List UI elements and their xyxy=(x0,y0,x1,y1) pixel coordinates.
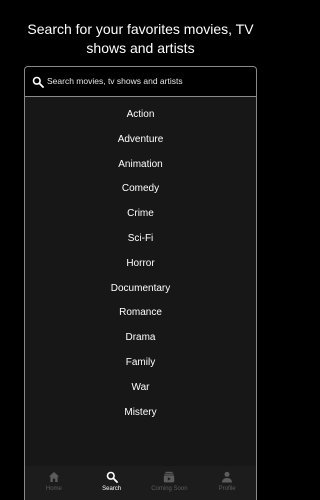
genre-item-animation[interactable]: Animation xyxy=(25,156,256,181)
page-title: Search for your favorites movies, TV sho… xyxy=(27,21,254,56)
genre-item-war[interactable]: War xyxy=(25,379,256,404)
bottom-nav: Home Search Coming Soon Profile xyxy=(25,466,256,500)
search-icon xyxy=(106,470,118,483)
search-input[interactable] xyxy=(47,73,247,89)
search-icon xyxy=(32,75,44,88)
search-panel: Action Adventure Animation Comedy Crime … xyxy=(24,66,257,500)
nav-label-coming-soon: Coming Soon xyxy=(151,486,188,492)
search-bar[interactable] xyxy=(25,67,256,97)
genre-item-romance[interactable]: Romance xyxy=(25,304,256,329)
nav-item-profile[interactable]: Profile xyxy=(198,466,256,500)
home-icon xyxy=(48,470,60,482)
genre-item-horror[interactable]: Horror xyxy=(25,255,256,280)
genre-item-family[interactable]: Family xyxy=(25,354,256,379)
genre-item-adventure[interactable]: Adventure xyxy=(25,131,256,156)
genre-list: Action Adventure Animation Comedy Crime … xyxy=(25,106,256,428)
genre-item-action[interactable]: Action xyxy=(25,106,256,131)
genre-item-sci-fi[interactable]: Sci-Fi xyxy=(25,230,256,255)
nav-label-profile: Profile xyxy=(218,486,236,492)
video-library-icon xyxy=(163,470,175,483)
nav-label-home: Home xyxy=(45,486,62,492)
genre-item-drama[interactable]: Drama xyxy=(25,329,256,354)
genre-item-mistery[interactable]: Mistery xyxy=(25,404,256,429)
genre-item-comedy[interactable]: Comedy xyxy=(25,180,256,205)
nav-item-coming-soon[interactable]: Coming Soon xyxy=(141,466,199,500)
nav-label-search: Search xyxy=(102,486,122,492)
nav-item-search[interactable]: Search xyxy=(83,466,141,500)
nav-item-home[interactable]: Home xyxy=(25,466,83,500)
genre-item-crime[interactable]: Crime xyxy=(25,205,256,230)
genre-item-documentary[interactable]: Documentary xyxy=(25,280,256,305)
person-icon xyxy=(221,470,233,483)
